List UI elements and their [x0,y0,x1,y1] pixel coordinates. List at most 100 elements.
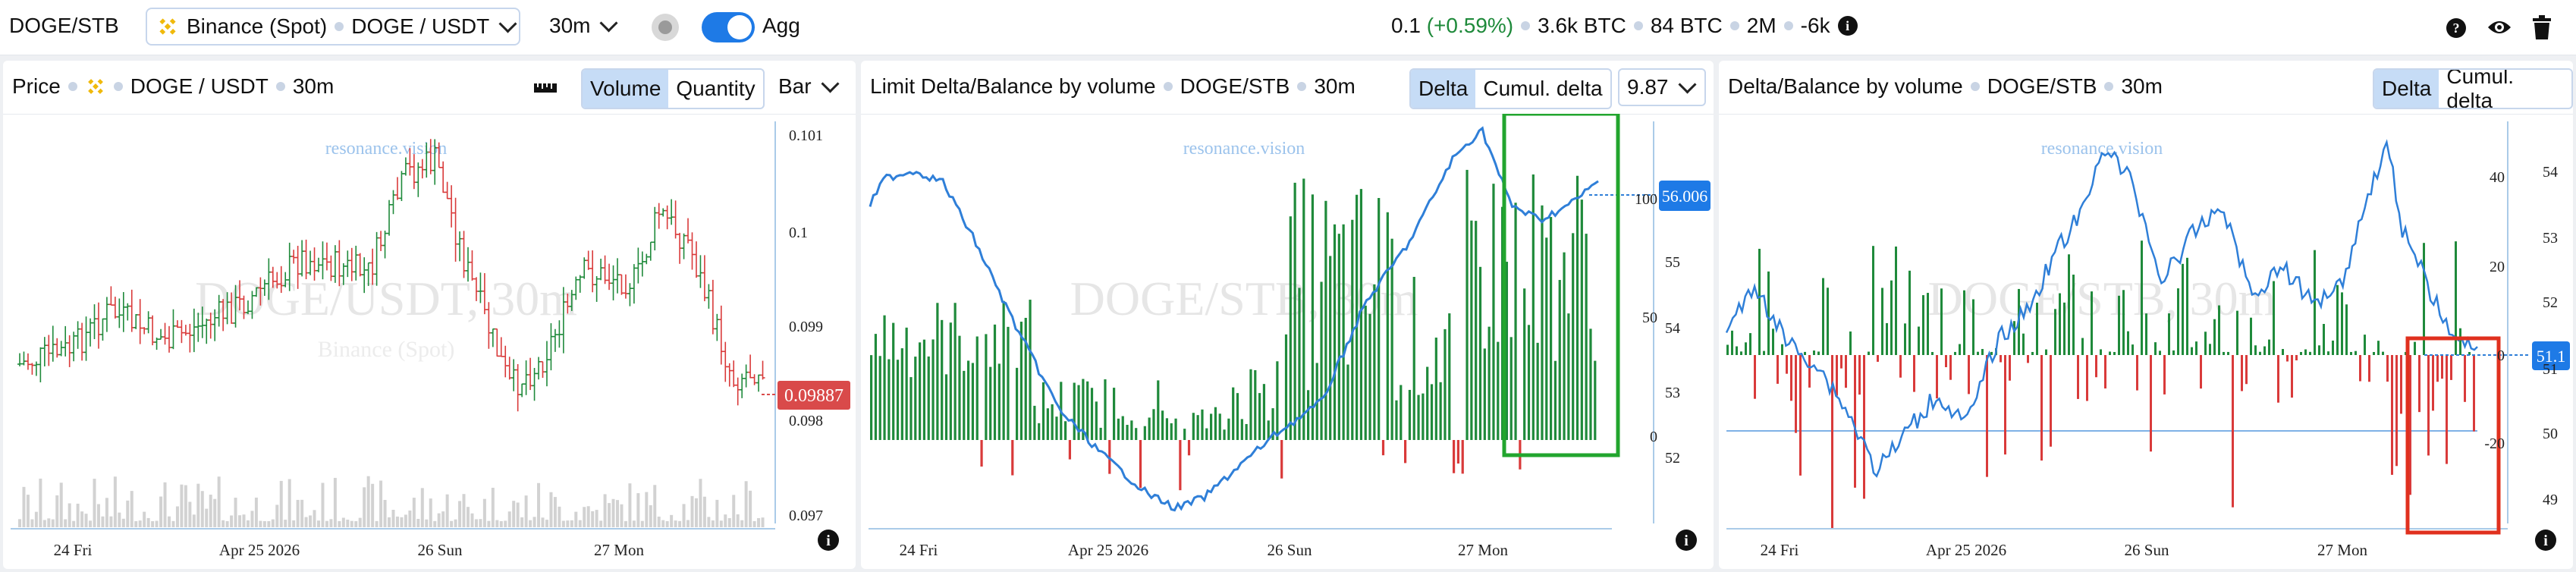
y-tick-right: 53 [1665,385,1680,401]
volume-bar [425,519,429,527]
chevron-down-icon [821,74,840,93]
chart-sub-watermark: Binance (Spot) [318,337,455,362]
y-tick-right: 49 [2543,492,2558,508]
delta-balance-chart[interactable]: resonance.vision DOGE/STB, 30m 51.1 40 2… [1719,114,2573,569]
candle [46,335,52,366]
candle [706,284,712,309]
volume-bar [740,520,744,527]
candle [324,242,329,271]
delta-bar [1095,401,1098,440]
volume-quantity-toggle[interactable]: Volume Quantity [581,68,765,109]
delta-bar [1029,300,1032,440]
help-icon[interactable]: ? [2446,18,2466,38]
volume-bar [143,511,146,527]
agg-label: Agg [762,14,800,37]
volume-bar [225,520,229,527]
candle [382,231,388,259]
candle [631,264,636,304]
price-chart[interactable]: resonance.vision DOGE/USDT, 30m Binance … [3,114,856,569]
agg-toggle[interactable] [702,12,755,42]
volume-bar [719,520,723,527]
delta-mode-toggle[interactable]: Delta Cumul. delta [1409,68,1612,109]
candle [179,319,184,344]
threshold-select[interactable]: 9.87 [1618,68,1706,106]
delta-bar [2040,355,2043,461]
delta-bar [1404,440,1407,464]
candle [532,368,537,401]
delta-bar [1487,326,1491,440]
cumul-delta-option[interactable]: Cumul. delta [2439,70,2571,108]
delta-bar [1963,290,1965,355]
y-tick-left: 100 [1635,191,1657,208]
volume-bar [433,520,437,527]
volume-bar [358,517,362,527]
symbol-label[interactable]: DOGE/STB [9,14,119,38]
delta-mode-toggle[interactable]: Delta Cumul. delta [2373,68,2573,109]
delta-bar [1563,252,1566,440]
volume-bar [134,520,138,527]
delta-bar [2195,341,2197,355]
volume-option[interactable]: Volume [583,70,669,108]
info-icon[interactable]: i [1837,16,1858,36]
delta-bar [1368,313,1371,440]
record-button[interactable] [652,14,679,41]
volume-bar [391,509,395,527]
volume-bar [196,483,200,527]
volume-bar [363,487,366,527]
volume-bar [304,517,308,527]
panel-title: Delta/Balance by volume DOGE/STB 30m [1728,74,2163,98]
delta-bar [914,357,917,440]
volume-bar [64,519,68,527]
binance-icon [87,79,103,94]
delta-bar [1218,413,1221,440]
delta-bar [1836,355,1838,396]
delta-bar [2450,355,2452,380]
candle [117,298,122,328]
delta-bar [2300,351,2302,355]
volume-bar [467,507,470,527]
delta-option[interactable]: Delta [1411,70,1476,108]
limit-delta-chart[interactable]: resonance.vision DOGE/STB, 30m 56.006 10… [861,114,1714,569]
brand-watermark: resonance.vision [325,139,448,159]
delta-bar [1726,344,1729,355]
exchange-name: Binance (Spot) [187,14,328,38]
volume-bar [96,504,100,527]
delta-bar [1130,420,1133,440]
delta-bar [919,342,922,440]
delta-bar [1148,417,1151,440]
candle [21,351,27,366]
svg-text:i: i [2543,533,2548,549]
interval-selector[interactable]: 30m [549,13,618,38]
exchange-pair-selector[interactable]: Binance (Spot) DOGE / USDT [146,8,520,46]
volume-bar [51,519,55,527]
delta-balance-panel: Delta/Balance by volume DOGE/STB 30m Del… [1719,61,2573,569]
delta-bar [944,374,948,440]
top-toolbar: DOGE/STB Binance (Spot) DOGE / USDT 30m … [0,0,2576,55]
delta-bar [1090,388,1094,440]
trash-icon[interactable] [2532,15,2552,39]
delta-option[interactable]: Delta [2374,70,2439,108]
delta-bar [1064,421,1067,440]
volume-bar [126,500,130,527]
delta-bar [1572,233,1575,440]
chart-type-selector[interactable]: Bar [778,74,840,99]
delta-bar [1210,413,1213,440]
quantity-option[interactable]: Quantity [668,70,762,108]
volume-bar [22,486,26,527]
delta-bar [2336,284,2339,355]
candle [602,255,608,284]
delta-bar [1954,351,1956,355]
ruler-icon[interactable] [534,80,557,94]
delta-bar [993,324,997,440]
volume-bar [309,515,313,527]
delta-bar [2131,344,2134,355]
eye-icon[interactable] [2486,17,2512,38]
candle [387,200,392,236]
volume-bar [640,520,644,527]
delta-bar [1320,281,1323,440]
volume-bar [159,496,163,527]
delta-bar [971,363,975,440]
cumul-delta-option[interactable]: Cumul. delta [1475,70,1610,108]
candle [590,250,595,293]
candle [623,274,628,299]
